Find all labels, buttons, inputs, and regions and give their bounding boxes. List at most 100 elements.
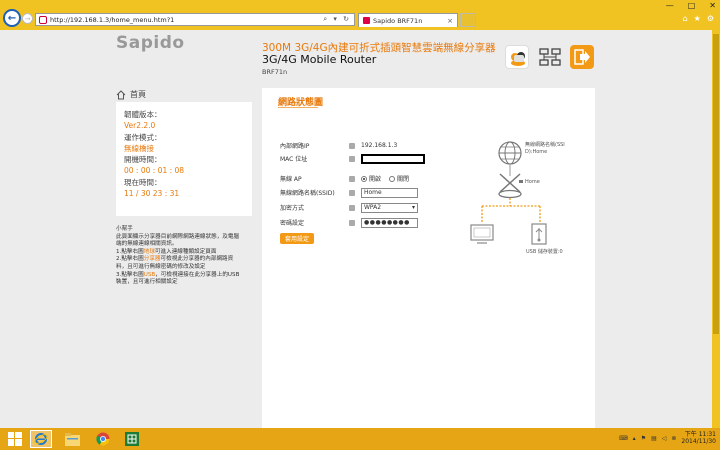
clock-time: 下午 11:31 bbox=[684, 431, 716, 438]
system-tray: ⌨ ▴ ⚑ ▤ ◁ ⊗ 下午 11:31 2014/11/30 bbox=[619, 431, 716, 445]
encryption-select[interactable]: WPA2 ▾ bbox=[361, 202, 418, 213]
page-title-en: 3G/4G Mobile Router bbox=[262, 53, 377, 66]
forward-arrow-icon: → bbox=[24, 14, 31, 23]
gear-icon[interactable]: ⚙ bbox=[707, 14, 714, 23]
internet-icon bbox=[511, 52, 525, 66]
model-name: BRF71n bbox=[262, 68, 288, 76]
wireless-ap-row: 無線 AP 開啟 關閉 bbox=[280, 173, 417, 184]
ssid-row: 無線網路名稱(SSID) Home bbox=[280, 187, 418, 198]
home-icon[interactable]: ⌂ bbox=[683, 14, 688, 23]
network-status-panel: 網路狀態圖 內部網路IP 192.168.1.3 MAC 位址 無線 AP 開啟… bbox=[262, 88, 595, 428]
time-label: 現在時間： bbox=[124, 177, 162, 187]
bullet-icon bbox=[349, 155, 355, 162]
home-link[interactable]: 首頁 bbox=[116, 89, 146, 100]
back-arrow-icon: ← bbox=[7, 12, 17, 24]
forward-button[interactable]: → bbox=[22, 13, 33, 24]
usb-diagram-label: USB 儲存裝置:0 bbox=[526, 249, 563, 255]
logout-arrow-icon bbox=[574, 49, 590, 65]
bullet-icon bbox=[349, 204, 355, 211]
wireless-ap-label: 無線 AP bbox=[280, 176, 302, 183]
usb-storage-icon[interactable] bbox=[531, 223, 547, 245]
address-bar[interactable]: http://192.168.1.3/home_menu.htm?1 ⌕ ▾ ↻ bbox=[35, 13, 355, 26]
address-url[interactable]: http://192.168.1.3/home_menu.htm?1 bbox=[50, 16, 323, 24]
computer-icon[interactable] bbox=[470, 224, 494, 244]
globe-icon[interactable] bbox=[498, 141, 522, 165]
page-viewport: Sapido 300M 3G/4G內建可折式插頭智慧雲端無線分享器 3G/4G … bbox=[0, 30, 712, 428]
minimize-button[interactable]: — bbox=[666, 1, 674, 10]
keyboard-icon[interactable]: ⌨ bbox=[619, 435, 628, 442]
chrome-icon bbox=[96, 432, 110, 446]
tips-highlight: USB bbox=[143, 271, 156, 278]
chevron-down-icon: ▾ bbox=[411, 204, 415, 211]
excel-icon bbox=[125, 432, 139, 446]
close-window-button[interactable]: ✕ bbox=[709, 1, 716, 10]
tips-line: 2.點擊右圖分享器可檢視此分享器的內部網路資 bbox=[116, 256, 234, 263]
ap-off-radio[interactable]: 關閉 bbox=[389, 174, 409, 183]
tips-line: 料，且可進行無線密碼的修改及設定 bbox=[116, 263, 206, 270]
taskbar-clock[interactable]: 下午 11:31 2014/11/30 bbox=[681, 431, 716, 445]
internet-explorer-icon bbox=[34, 433, 48, 445]
password-row: 密碼設定 ●●●●●●●● bbox=[280, 217, 418, 228]
network-icon bbox=[539, 48, 561, 66]
scroll-thumb[interactable] bbox=[713, 34, 719, 334]
tips-line: 端的無線連線相關資訊。 bbox=[116, 241, 178, 248]
tab-favicon bbox=[363, 17, 370, 24]
logout-button[interactable] bbox=[570, 45, 594, 69]
network-tray-icon[interactable]: ▤ bbox=[651, 435, 657, 442]
windows-taskbar: ⌨ ▴ ⚑ ▤ ◁ ⊗ 下午 11:31 2014/11/30 bbox=[0, 428, 720, 450]
taskbar-chrome[interactable] bbox=[92, 430, 114, 448]
password-label: 密碼設定 bbox=[280, 220, 305, 227]
ssid-input[interactable]: Home bbox=[361, 187, 418, 198]
ie-toolbar-icons: ⌂ ★ ⚙ bbox=[683, 14, 714, 23]
radio-dot[interactable] bbox=[361, 175, 367, 182]
ap-on-radio[interactable]: 開啟 bbox=[361, 174, 381, 183]
bullet-icon bbox=[349, 142, 355, 149]
folder-icon bbox=[64, 432, 80, 446]
vertical-scrollbar[interactable] bbox=[712, 30, 720, 428]
flag-icon[interactable]: ⚑ bbox=[641, 435, 646, 442]
tips-line: 裝置，且可進行相關設定 bbox=[116, 279, 178, 286]
password-input[interactable]: ●●●●●●●● bbox=[361, 217, 418, 228]
maximize-button[interactable]: □ bbox=[688, 1, 696, 10]
show-hidden-icon[interactable]: ▴ bbox=[633, 435, 636, 442]
bullet-icon bbox=[349, 175, 355, 182]
uptime-value: 00 : 00 : 01 : 08 bbox=[124, 166, 185, 176]
router-diagram-label: Home bbox=[525, 179, 540, 185]
taskbar-file-explorer[interactable] bbox=[61, 430, 83, 448]
uptime-label: 開機時間： bbox=[124, 155, 162, 165]
router-icon[interactable] bbox=[498, 173, 523, 199]
volume-icon[interactable]: ◁ bbox=[662, 435, 667, 442]
ssid-label: 無線網路名稱(SSID) bbox=[280, 190, 335, 197]
mac-row: MAC 位址 bbox=[280, 153, 425, 164]
radio-dot[interactable] bbox=[389, 175, 396, 182]
encryption-row: 加密方式 WPA2 ▾ bbox=[280, 202, 418, 213]
taskbar-ie[interactable] bbox=[30, 430, 52, 448]
time-value: 11 / 30 23 : 31 bbox=[124, 189, 180, 199]
lan-ip-value: 192.168.1.3 bbox=[361, 142, 398, 149]
mac-value-redacted bbox=[361, 153, 425, 164]
action-center-icon[interactable]: ⊗ bbox=[671, 435, 676, 442]
network-button[interactable] bbox=[538, 45, 562, 69]
network-diagram: 無線網路名稱(SSI D):Home Home USB 儲存裝置:0 bbox=[462, 136, 582, 266]
bullet-icon bbox=[349, 189, 355, 196]
favicon bbox=[39, 15, 47, 24]
mac-label: MAC 位址 bbox=[280, 156, 308, 163]
favorites-icon[interactable]: ★ bbox=[694, 14, 701, 23]
apply-button[interactable]: 套用設定 bbox=[280, 233, 314, 244]
bullet-icon bbox=[349, 219, 355, 226]
tips-highlight: 分享器 bbox=[143, 256, 161, 263]
tab-close-button[interactable]: × bbox=[447, 17, 457, 25]
home-label[interactable]: 首頁 bbox=[130, 89, 146, 100]
address-tools[interactable]: ⌕ ▾ ↻ bbox=[323, 15, 354, 24]
new-tab-button[interactable] bbox=[460, 13, 476, 27]
home-icon bbox=[116, 89, 126, 99]
back-button[interactable]: ← bbox=[3, 9, 21, 27]
start-button[interactable] bbox=[4, 430, 26, 448]
taskbar-excel[interactable] bbox=[121, 430, 143, 448]
clock-date: 2014/11/30 bbox=[681, 438, 716, 445]
lan-ip-label: 內部網路IP bbox=[280, 143, 310, 150]
firmware-label: 韌體版本： bbox=[124, 110, 162, 119]
title-underline bbox=[278, 107, 318, 108]
browser-tab[interactable]: Sapido BRF71n × bbox=[358, 13, 458, 27]
internet-button[interactable] bbox=[505, 45, 529, 69]
